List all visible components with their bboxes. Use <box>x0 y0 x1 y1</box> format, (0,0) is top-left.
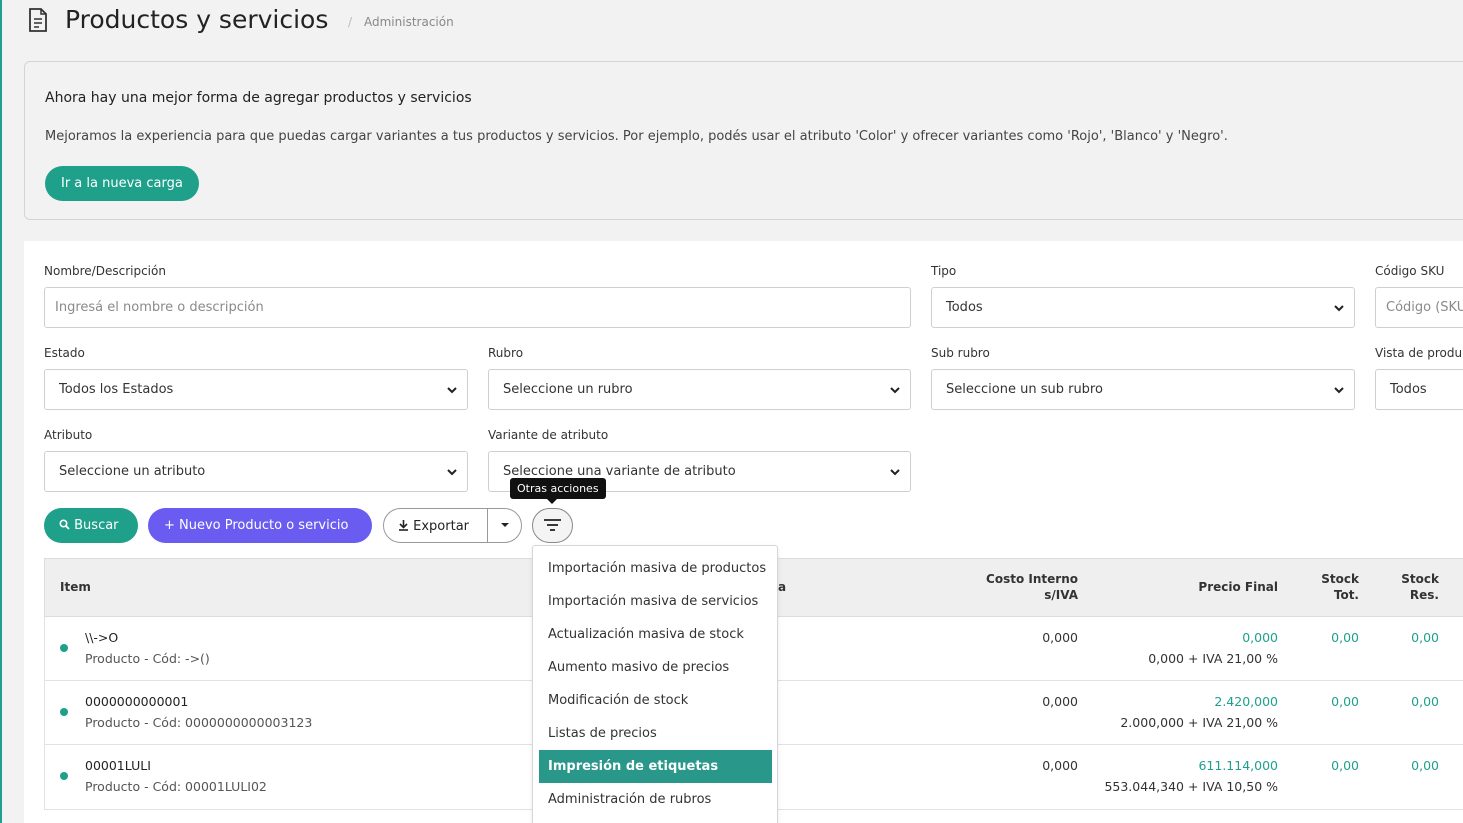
new-load-button[interactable]: Ir a la nueva carga <box>45 166 199 201</box>
filter-icon <box>544 519 561 531</box>
rubro-label: Rubro <box>488 346 524 360</box>
item-name[interactable]: 00001LULI <box>85 758 151 773</box>
costo-value: 0,000 <box>1042 630 1078 645</box>
tipo-label: Tipo <box>931 264 957 278</box>
search-button[interactable]: Buscar <box>44 508 138 543</box>
other-actions-button[interactable] <box>532 508 573 543</box>
header-stock-res-line1: Stock <box>1401 572 1439 586</box>
other-actions-menu: Importación masiva de productos Importac… <box>532 545 778 823</box>
subrubro-value: Seleccione un sub rubro <box>946 382 1103 397</box>
header-stock-res[interactable]: Stock Res. <box>1401 572 1439 602</box>
sku-label: Código SKU <box>1375 264 1445 278</box>
item-code: Producto - Cód: ->() <box>85 651 210 666</box>
vista-value: Todos <box>1390 382 1427 397</box>
chevron-down-icon <box>890 387 900 394</box>
tipo-value: Todos <box>946 300 983 315</box>
status-dot <box>60 708 68 716</box>
subrubro-select[interactable]: Seleccione un sub rubro <box>931 369 1355 410</box>
menu-item-price-increase[interactable]: Aumento masivo de precios <box>539 651 772 684</box>
stock-res-value: 0,00 <box>1411 758 1439 773</box>
precio-value: 0,000 <box>1242 630 1278 645</box>
export-label: Exportar <box>413 519 470 534</box>
rubro-select[interactable]: Seleccione un rubro <box>488 369 911 410</box>
search-button-label: Buscar <box>74 518 119 533</box>
download-icon <box>399 520 408 531</box>
costo-value: 0,000 <box>1042 758 1078 773</box>
document-icon <box>29 8 47 32</box>
precio-value: 611.114,000 <box>1198 758 1278 773</box>
atributo-select[interactable]: Seleccione un atributo <box>44 451 468 492</box>
header-costo-line2: s/IVA <box>1044 588 1078 602</box>
stock-res-value: 0,00 <box>1411 630 1439 645</box>
stock-tot-value: 0,00 <box>1331 758 1359 773</box>
stock-tot-value: 0,00 <box>1331 630 1359 645</box>
chevron-down-icon <box>1334 305 1344 312</box>
status-dot <box>60 772 68 780</box>
item-name[interactable]: \\->O <box>85 630 118 645</box>
breadcrumb-separator: / <box>348 15 353 29</box>
new-product-button[interactable]: + Nuevo Producto o servicio <box>148 508 372 543</box>
header-item[interactable]: Item <box>60 580 91 594</box>
caret-down-icon <box>501 523 509 527</box>
chevron-down-icon <box>1334 387 1344 394</box>
rubro-value: Seleccione un rubro <box>503 382 633 397</box>
menu-item-label-printing[interactable]: Impresión de etiquetas <box>539 750 772 783</box>
export-button-group[interactable]: Exportar <box>383 508 522 543</box>
nombre-input[interactable]: Ingresá el nombre o descripción <box>44 287 911 328</box>
atributo-value: Seleccione un atributo <box>59 464 206 479</box>
chevron-down-icon <box>447 387 457 394</box>
stock-tot-value: 0,00 <box>1331 694 1359 709</box>
header-costo[interactable]: Costo Interno s/IVA <box>986 572 1078 602</box>
page-header: Productos y servicios / Administración <box>2 0 1463 46</box>
estado-select[interactable]: Todos los Estados <box>44 369 468 410</box>
stock-res-value: 0,00 <box>1411 694 1439 709</box>
item-code: Producto - Cód: 00001LULI02 <box>85 779 267 794</box>
costo-value: 0,000 <box>1042 694 1078 709</box>
vista-select[interactable]: Todos <box>1375 369 1463 410</box>
atributo-label: Atributo <box>44 428 93 442</box>
header-stock-tot[interactable]: Stock Tot. <box>1321 572 1359 602</box>
info-banner: Ahora hay una mejor forma de agregar pro… <box>24 61 1463 220</box>
menu-item-stock-modification[interactable]: Modificación de stock <box>539 684 772 717</box>
page-title: Productos y servicios <box>65 5 329 34</box>
precio-value: 2.420,000 <box>1214 694 1278 709</box>
status-dot <box>60 644 68 652</box>
menu-item-update-stock[interactable]: Actualización masiva de stock <box>539 618 772 651</box>
subrubro-label: Sub rubro <box>931 346 990 360</box>
other-actions-tooltip: Otras acciones <box>510 478 606 499</box>
variante-value: Seleccione una variante de atributo <box>503 464 736 479</box>
chevron-down-icon <box>447 469 457 476</box>
search-icon <box>59 519 70 530</box>
item-name[interactable]: 0000000000001 <box>85 694 188 709</box>
precio-detail: 553.044,340 + IVA 10,50 % <box>1104 779 1278 794</box>
header-precio[interactable]: Precio Final <box>1198 580 1278 594</box>
header-partial: a <box>778 580 787 594</box>
header-stock-res-line2: Res. <box>1409 588 1439 602</box>
export-dropdown-toggle[interactable] <box>487 509 521 542</box>
menu-item-price-lists[interactable]: Listas de precios <box>539 717 772 750</box>
header-stock-tot-line2: Tot. <box>1333 588 1359 602</box>
nombre-label: Nombre/Descripción <box>44 264 166 278</box>
estado-value: Todos los Estados <box>59 382 174 397</box>
header-costo-line1: Costo Interno <box>986 572 1078 586</box>
vista-label: Vista de produ <box>1375 346 1463 360</box>
variante-label: Variante de atributo <box>488 428 609 442</box>
precio-detail: 0,000 + IVA 21,00 % <box>1148 651 1278 666</box>
banner-title: Ahora hay una mejor forma de agregar pro… <box>45 90 472 106</box>
banner-text: Mejoramos la experiencia para que puedas… <box>45 129 1228 144</box>
menu-item-import-services[interactable]: Importación masiva de servicios <box>539 585 772 618</box>
breadcrumb[interactable]: Administración <box>364 15 454 29</box>
menu-item-import-products[interactable]: Importación masiva de productos <box>539 552 772 585</box>
tooltip-arrow <box>547 499 557 504</box>
export-button[interactable]: Exportar <box>384 509 487 542</box>
item-code: Producto - Cód: 0000000000003123 <box>85 715 313 730</box>
menu-item-rubros-admin[interactable]: Administración de rubros <box>539 783 772 816</box>
tipo-select[interactable]: Todos <box>931 287 1355 328</box>
precio-detail: 2.000,000 + IVA 21,00 % <box>1120 715 1278 730</box>
header-stock-tot-line1: Stock <box>1321 572 1359 586</box>
sku-input[interactable]: Código (SKU <box>1375 287 1463 328</box>
estado-label: Estado <box>44 346 85 360</box>
chevron-down-icon <box>890 469 900 476</box>
